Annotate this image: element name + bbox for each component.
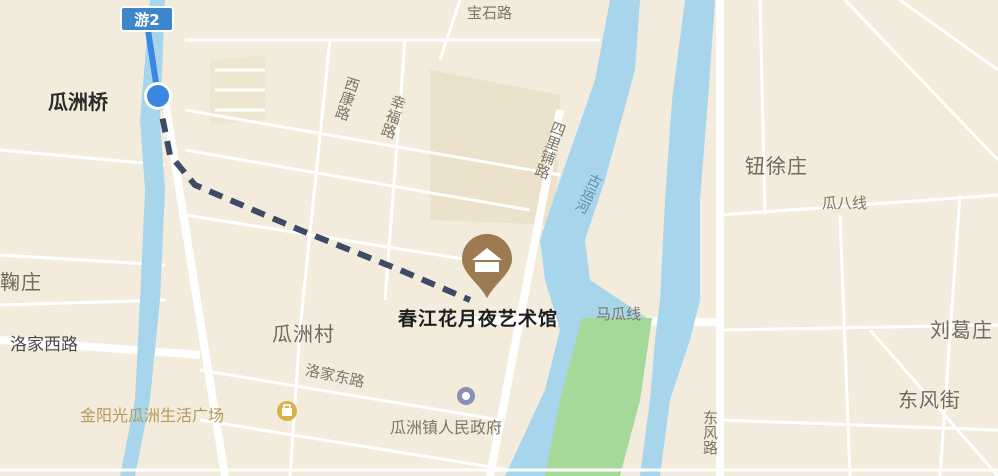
place-juzhuang: 鞠庄 [0, 270, 42, 294]
road-dongfeng: 东风路 [701, 410, 719, 455]
place-dongfeng: 东风街 [898, 388, 961, 412]
map-canvas[interactable]: 游2 瓜洲桥 宝石路 西康路 幸福路 四里铺路 古运河 钮徐庄 瓜八线 刘葛庄 … [0, 0, 998, 476]
place-niuxu: 钮徐庄 [745, 154, 808, 178]
route-shield: 游2 [120, 6, 174, 32]
road-magua: 马瓜线 [596, 305, 642, 323]
mall-label[interactable]: 金阳光瓜洲生活广场 [80, 402, 224, 426]
place-liuge: 刘葛庄 [930, 318, 993, 342]
start-label: 瓜洲桥 [48, 90, 108, 114]
government-icon[interactable] [456, 386, 476, 406]
museum-pin-icon[interactable] [460, 232, 514, 302]
shopping-icon[interactable] [276, 400, 298, 422]
road-baoshi: 宝石路 [467, 4, 513, 22]
gov-label[interactable]: 瓜洲镇人民政府 [390, 414, 502, 438]
place-guazhou-village: 瓜洲村 [272, 322, 335, 346]
start-location-icon[interactable] [142, 80, 174, 112]
road-guaba: 瓜八线 [822, 194, 868, 212]
destination-label[interactable]: 春江花月夜艺术馆 [398, 304, 558, 331]
road-luojia-west: 洛家西路 [10, 335, 78, 355]
